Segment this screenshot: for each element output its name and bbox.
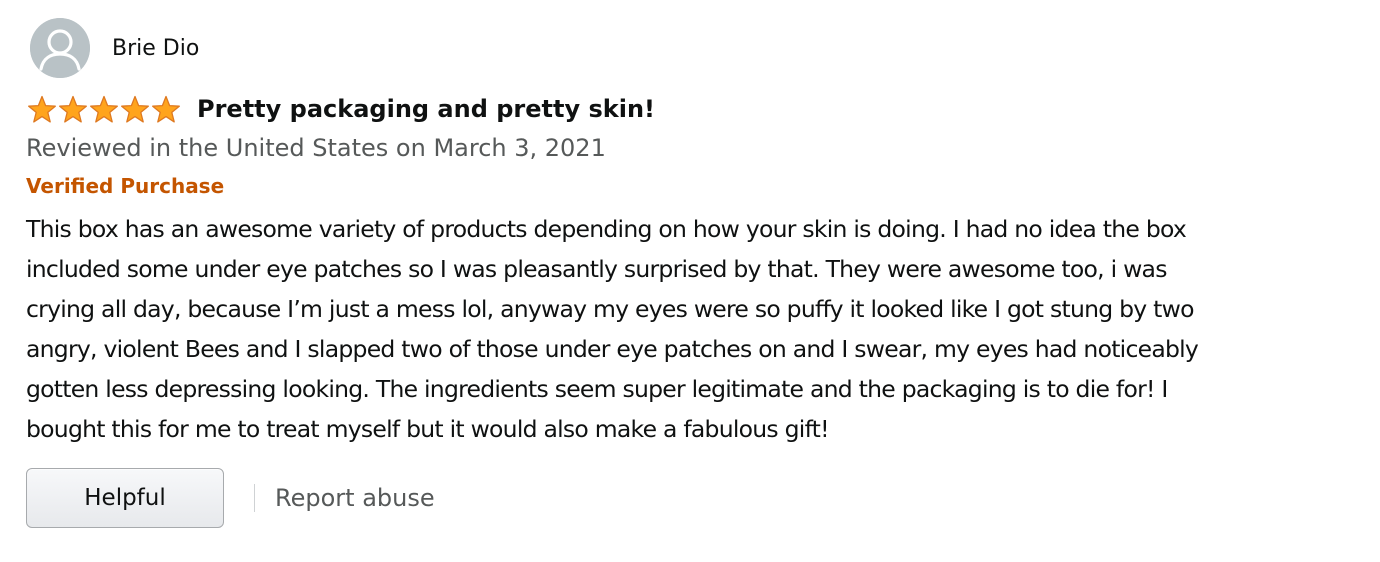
review-body-line: gotten less depressing looking. The ingr… <box>26 375 1168 403</box>
review-date: Reviewed in the United States on March 3… <box>26 134 606 162</box>
reviewer-profile[interactable]: Brie Dio <box>26 17 1366 79</box>
review-body-line: crying all day, because I’m just a mess … <box>26 295 1194 323</box>
review-body-line: included some under eye patches so I was… <box>26 255 1167 283</box>
review-card: Brie Dio Pretty packaging and pretty ski… <box>26 17 1366 529</box>
avatar[interactable] <box>30 18 90 78</box>
star-rating[interactable] <box>27 95 181 124</box>
star-filled-icon <box>90 95 118 123</box>
review-body: This box has an awesome variety of produ… <box>26 209 1361 449</box>
verified-purchase-badge: Verified Purchase <box>26 174 225 198</box>
review-body-line: This box has an awesome variety of produ… <box>26 215 1187 243</box>
review-actions: Helpful Report abuse <box>26 467 1366 529</box>
star-filled-icon <box>59 95 87 123</box>
reviewer-name[interactable]: Brie Dio <box>112 36 199 61</box>
review-body-line: angry, violent Bees and I slapped two of… <box>26 335 1199 363</box>
star-filled-icon <box>152 95 180 123</box>
report-abuse-link[interactable]: Report abuse <box>275 484 435 512</box>
star-filled-icon <box>28 95 56 123</box>
review-title[interactable]: Pretty packaging and pretty skin! <box>197 95 655 123</box>
user-silhouette-icon <box>30 18 90 78</box>
action-separator <box>254 484 255 512</box>
star-filled-icon <box>121 95 149 123</box>
review-title-row: Pretty packaging and pretty skin! <box>26 94 1366 124</box>
review-body-line: bought this for me to treat myself but i… <box>26 415 830 443</box>
helpful-button[interactable]: Helpful <box>26 468 224 528</box>
